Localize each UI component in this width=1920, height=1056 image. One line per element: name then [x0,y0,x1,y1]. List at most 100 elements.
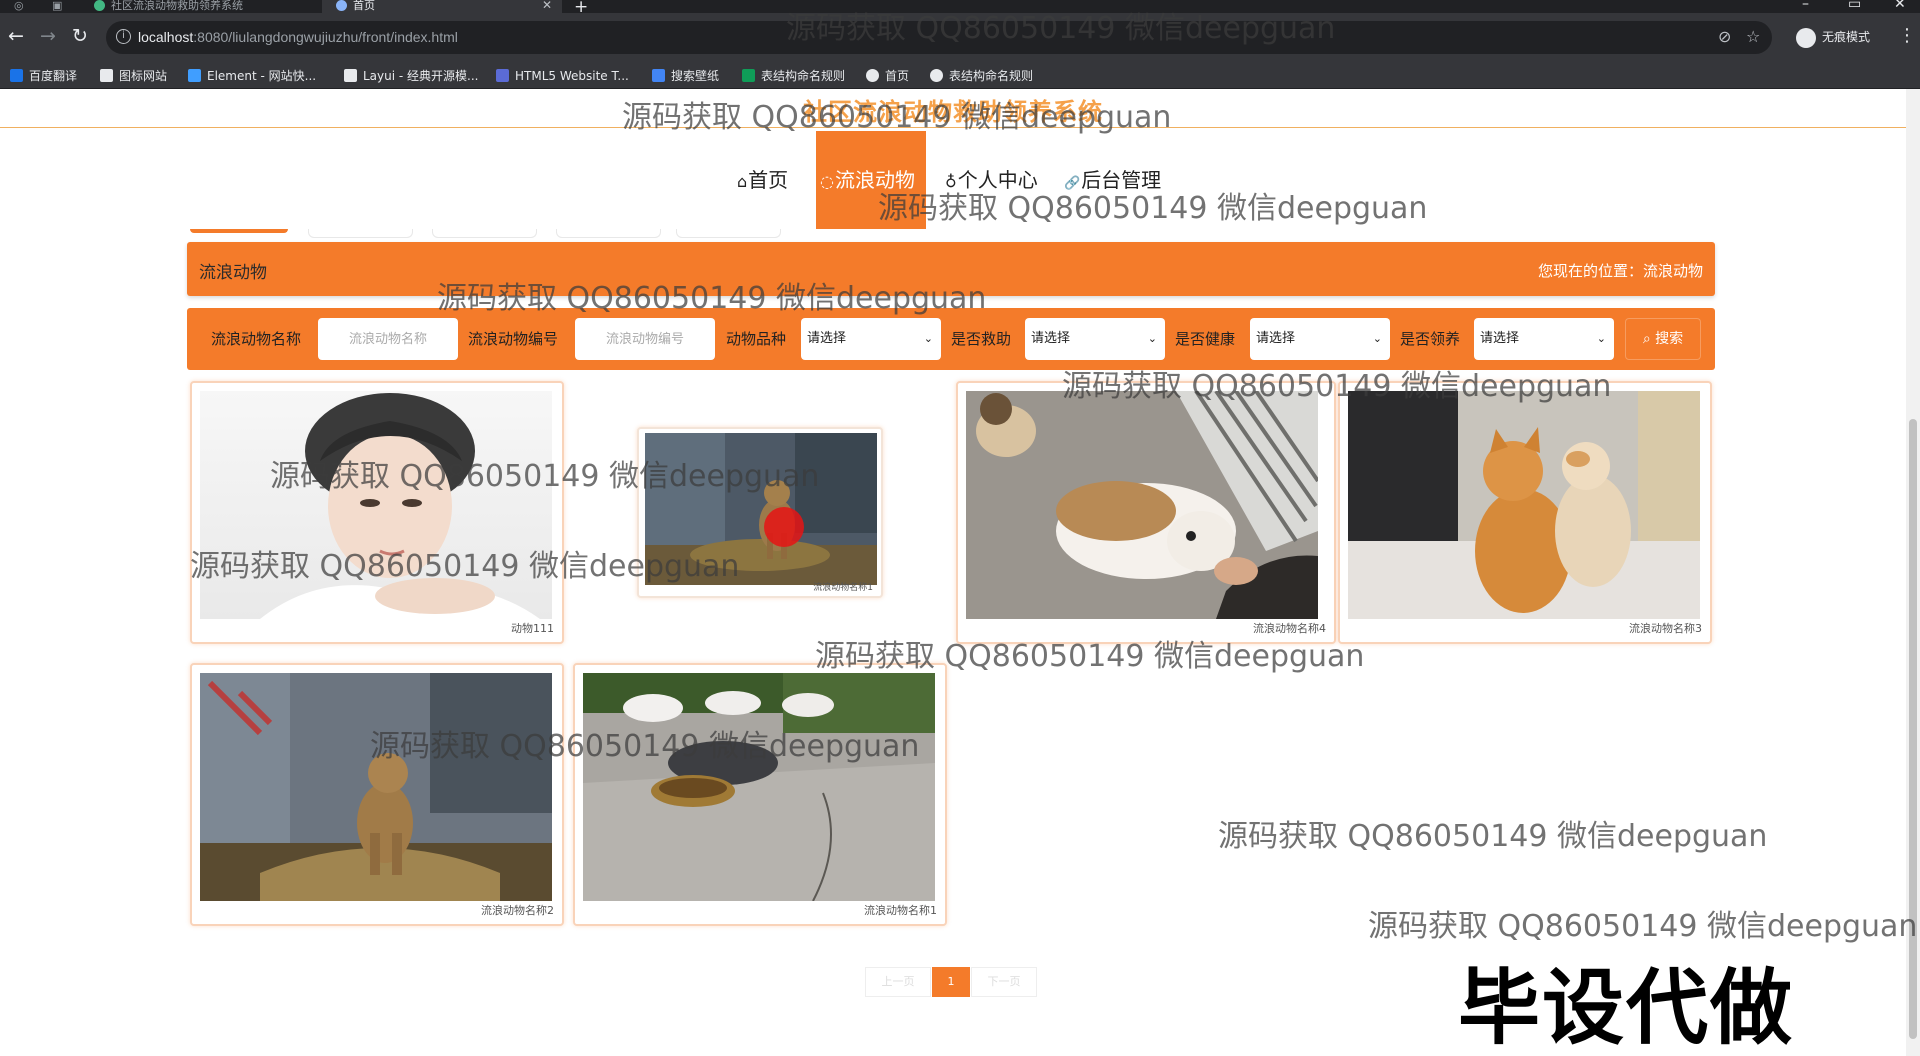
animal-image [645,433,877,585]
rescue-label: 是否救助 [951,330,1012,348]
animal-image [200,391,552,619]
paw-icon: ◌ [820,172,834,191]
dog-photo [645,433,877,585]
url-bar[interactable]: i localhost:8080/liulangdongwujiuzhu/fro… [106,21,1772,54]
tab-title: 社区流浪动物救助领养系统 [111,0,243,12]
dog-photo [200,673,552,901]
header-divider [0,127,1906,128]
watermark-text: 源码获取 QQ86050149 微信deepguan [1218,819,1768,854]
subtab[interactable] [556,229,661,238]
breed-label: 动物品种 [726,330,787,348]
mouse-cursor-highlight [764,507,804,547]
nav-personal-center[interactable]: ♁个人中心 [945,131,1038,229]
link-icon: 🔗 [1064,176,1081,191]
new-tab-button[interactable]: + [574,0,588,13]
search-form: 流浪动物名称 流浪动物编号 动物品种 请选择⌄ 是否救助 请选择⌄ 是否健康 请… [187,308,1715,370]
animal-card[interactable]: 流浪动物名称2 [190,663,564,926]
vue-icon [94,0,105,11]
user-icon: ♁ [945,172,957,191]
bookmark-item[interactable]: 表结构命名规则 [742,67,845,85]
adopt-select[interactable]: 请选择 ⌄ [1474,318,1614,360]
incognito-indicator[interactable]: 无痕模式 [1796,21,1870,54]
promo-stamp: 毕设代做 [1458,961,1795,1056]
nav-admin[interactable]: 🔗后台管理 [1064,131,1161,229]
animal-card[interactable]: 流浪动物名称4 [956,381,1336,644]
eye-off-icon[interactable]: ⊘ [1718,27,1731,46]
health-select[interactable]: 请选择 ⌄ [1250,318,1390,360]
minimize-icon[interactable]: – [1802,0,1809,12]
chevron-down-icon: ⌄ [923,332,933,345]
bookmark-item[interactable]: 图标网站 [100,67,167,85]
animal-card[interactable]: 流浪动物名称1 [573,663,947,926]
code-input[interactable] [575,318,715,360]
site-title: 社区流浪动物救助领养系统 [803,98,1103,126]
chevron-down-icon: ⌄ [1147,332,1157,345]
search-button[interactable]: ⌕ 搜索 [1625,318,1701,360]
cats-eating-photo [583,673,935,901]
nav-home[interactable]: ⌂首页 [737,131,788,229]
globe-icon [336,0,347,11]
animal-card[interactable]: 流浪动物名称1 [637,427,883,598]
page-title: 流浪动物 [199,263,267,283]
maximize-icon[interactable]: ▭ [1848,0,1861,12]
translate-icon [10,69,23,82]
bookmark-star-icon[interactable]: ☆ [1746,27,1760,46]
bookmark-item[interactable]: 搜索壁纸 [652,67,719,85]
breed-select[interactable]: 请选择 ⌄ [801,318,941,360]
element-icon [188,69,201,82]
animal-name: 流浪动物名称2 [481,904,554,917]
name-input[interactable] [318,318,458,360]
bookmark-item[interactable]: Element - 网站快... [188,67,316,85]
bookmark-item[interactable]: HTML5 Website T... [496,67,629,85]
incognito-icon [1796,27,1816,48]
person-photo [200,391,552,619]
html5-icon [496,69,509,82]
close-tab-icon[interactable]: ✕ [542,0,552,11]
rescue-select[interactable]: 请选择 ⌄ [1025,318,1165,360]
browser-menu-icon[interactable]: ⋮ [1898,25,1916,46]
page-scrollbar[interactable] [1906,89,1920,1056]
flag-icon [100,69,113,82]
tab-title: 首页 [353,0,375,12]
bookmark-item[interactable]: 首页 [866,67,909,85]
subtab[interactable] [308,229,413,238]
reload-icon[interactable]: ↻ [72,25,88,47]
browser-tab-1[interactable]: 社区流浪动物救助领养系统 [80,0,310,13]
subtab[interactable] [676,229,781,238]
prev-page-button[interactable]: 上一页 [865,967,931,997]
subtab[interactable] [190,229,288,233]
animal-card[interactable]: 动物111 [190,381,564,644]
bookmark-item[interactable]: 百度翻译 [10,67,77,85]
browser-tab-strip: ◎ ▣ 社区流浪动物救助领养系统 首页 ✕ + – ▭ ✕ [0,0,1920,13]
chevron-down-icon: ⌄ [1372,332,1382,345]
bookmarks-bar: 百度翻译 图标网站 Element - 网站快... Layui - 经典开源模… [0,63,1920,89]
url-text[interactable]: localhost:8080/liulangdongwujiuzhu/front… [138,29,458,45]
search-icon: ⌕ [1642,331,1656,347]
puppy-photo [966,391,1318,619]
scrollbar-thumb[interactable] [1909,419,1917,1039]
page-number-button[interactable]: 1 [932,967,970,997]
subtab[interactable] [432,229,537,238]
page-viewport: 社区流浪动物救助领养系统 ⌂首页 ◌流浪动物 ♁个人中心 🔗后台管理 流浪动物 … [0,89,1920,1056]
animal-card[interactable]: 流浪动物名称3 [1338,381,1712,644]
bookmark-item[interactable]: Layui - 经典开源模... [344,67,478,85]
watermark-text: 源码获取 QQ86050149 微信deepguan [1368,909,1918,944]
back-icon[interactable]: ← [8,25,24,47]
animal-name: 动物111 [511,622,554,635]
close-window-icon[interactable]: ✕ [1894,0,1906,12]
breadcrumb-position[interactable]: 您现在的位置：流浪动物 [1538,260,1703,281]
nav-stray-animals[interactable]: ◌流浪动物 [816,131,926,229]
animal-name: 流浪动物名称4 [1253,622,1326,635]
animal-image [200,673,552,901]
code-label: 流浪动物编号 [468,330,559,348]
next-page-button[interactable]: 下一页 [971,967,1037,997]
globe-icon [866,69,879,82]
animal-image [966,391,1318,619]
bookmark-item[interactable]: 表结构命名规则 [930,67,1033,85]
forward-icon[interactable]: → [40,25,56,47]
home-icon: ⌂ [737,172,748,191]
animal-name: 流浪动物名称3 [1629,622,1702,635]
site-info-icon[interactable]: i [116,29,131,44]
browser-tab-2[interactable]: 首页 ✕ [322,0,562,13]
adopt-label: 是否领养 [1400,330,1461,348]
